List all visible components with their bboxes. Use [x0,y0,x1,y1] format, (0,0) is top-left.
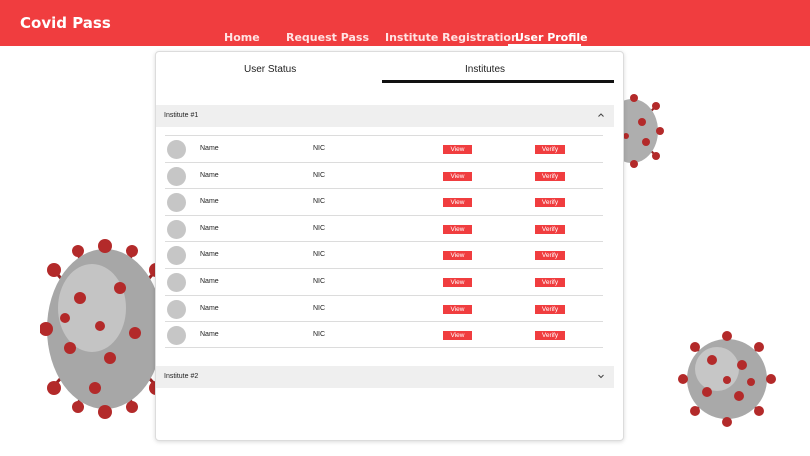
verify-button[interactable]: Verify [535,331,565,341]
verify-button[interactable]: Verify [535,251,565,261]
verify-button[interactable]: Verify [535,198,565,208]
nav-institute-registration[interactable]: Institute Registration [385,31,519,44]
member-name: Name [200,277,219,285]
avatar [167,246,186,266]
member-nic: NIC [313,331,326,339]
view-button[interactable]: View [443,304,472,314]
member-nic: NIC [313,224,326,232]
verify-button[interactable]: Verify [535,224,565,234]
virus-image-bottom-right [678,331,776,427]
nav-user-profile[interactable]: User Profile [515,31,588,44]
avatar [167,326,186,346]
chevron-up-icon [598,113,604,117]
virus-image-left [40,239,170,419]
view-button[interactable]: View [443,277,472,287]
member-name: Name [200,331,219,339]
member-nic: NIC [313,145,326,152]
view-button[interactable]: View [443,145,472,154]
main-nav: Home Request Pass Institute Registration… [0,31,810,46]
avatar [167,193,186,213]
view-button[interactable]: View [443,331,472,341]
member-nic: NIC [313,251,326,259]
accordion-institute-2[interactable]: Institute #2 [156,366,614,388]
member-name: Name [200,224,219,232]
member-name: Name [200,251,219,259]
verify-button[interactable]: Verify [535,277,565,287]
app-title: Covid Pass [20,14,111,32]
member-nic: NIC [313,171,326,179]
avatar [167,140,186,159]
accordion-institute-1[interactable]: Institute #1 [156,105,614,127]
member-list: Name NIC View Verify Name NIC View Verify Name NI… [165,135,603,348]
table-row: Name NIC View Verify [165,214,603,242]
member-name: Name [200,304,219,312]
view-button[interactable]: View [443,224,472,234]
tab-active-indicator [382,80,614,83]
nav-home[interactable]: Home [224,31,260,44]
profile-card: User Status Institutes Institute #1 Name… [155,51,624,441]
member-name: Name [200,198,219,206]
table-row: Name NIC View Verify [165,267,603,295]
member-name: Name [200,171,219,179]
avatar [167,299,186,319]
nav-active-indicator [508,44,581,46]
verify-button[interactable]: Verify [535,171,565,181]
member-name: Name [200,145,219,152]
table-row: Name NIC View Verify [165,161,603,189]
nav-request-pass[interactable]: Request Pass [286,31,369,44]
table-row: Name NIC View Verify [165,321,603,348]
avatar [167,272,186,292]
member-nic: NIC [313,277,326,285]
verify-button[interactable]: Verify [535,304,565,314]
table-row: Name NIC View Verify [165,294,603,322]
accordion-title: Institute #2 [164,373,199,380]
table-row: Name NIC View Verify [165,135,603,162]
member-nic: NIC [313,304,326,312]
view-button[interactable]: View [443,198,472,208]
table-row: Name NIC View Verify [165,188,603,215]
top-navbar: Covid Pass Home Request Pass Institute R… [0,0,810,46]
avatar [167,166,186,186]
chevron-down-icon [598,374,604,379]
tab-institutes[interactable]: Institutes [465,64,505,75]
accordion-title: Institute #1 [164,112,199,119]
view-button[interactable]: View [443,251,472,261]
tab-user-status[interactable]: User Status [244,64,296,75]
member-nic: NIC [313,198,326,206]
table-row: Name NIC View Verify [165,241,603,268]
avatar [167,219,186,239]
verify-button[interactable]: Verify [535,145,565,154]
view-button[interactable]: View [443,171,472,181]
